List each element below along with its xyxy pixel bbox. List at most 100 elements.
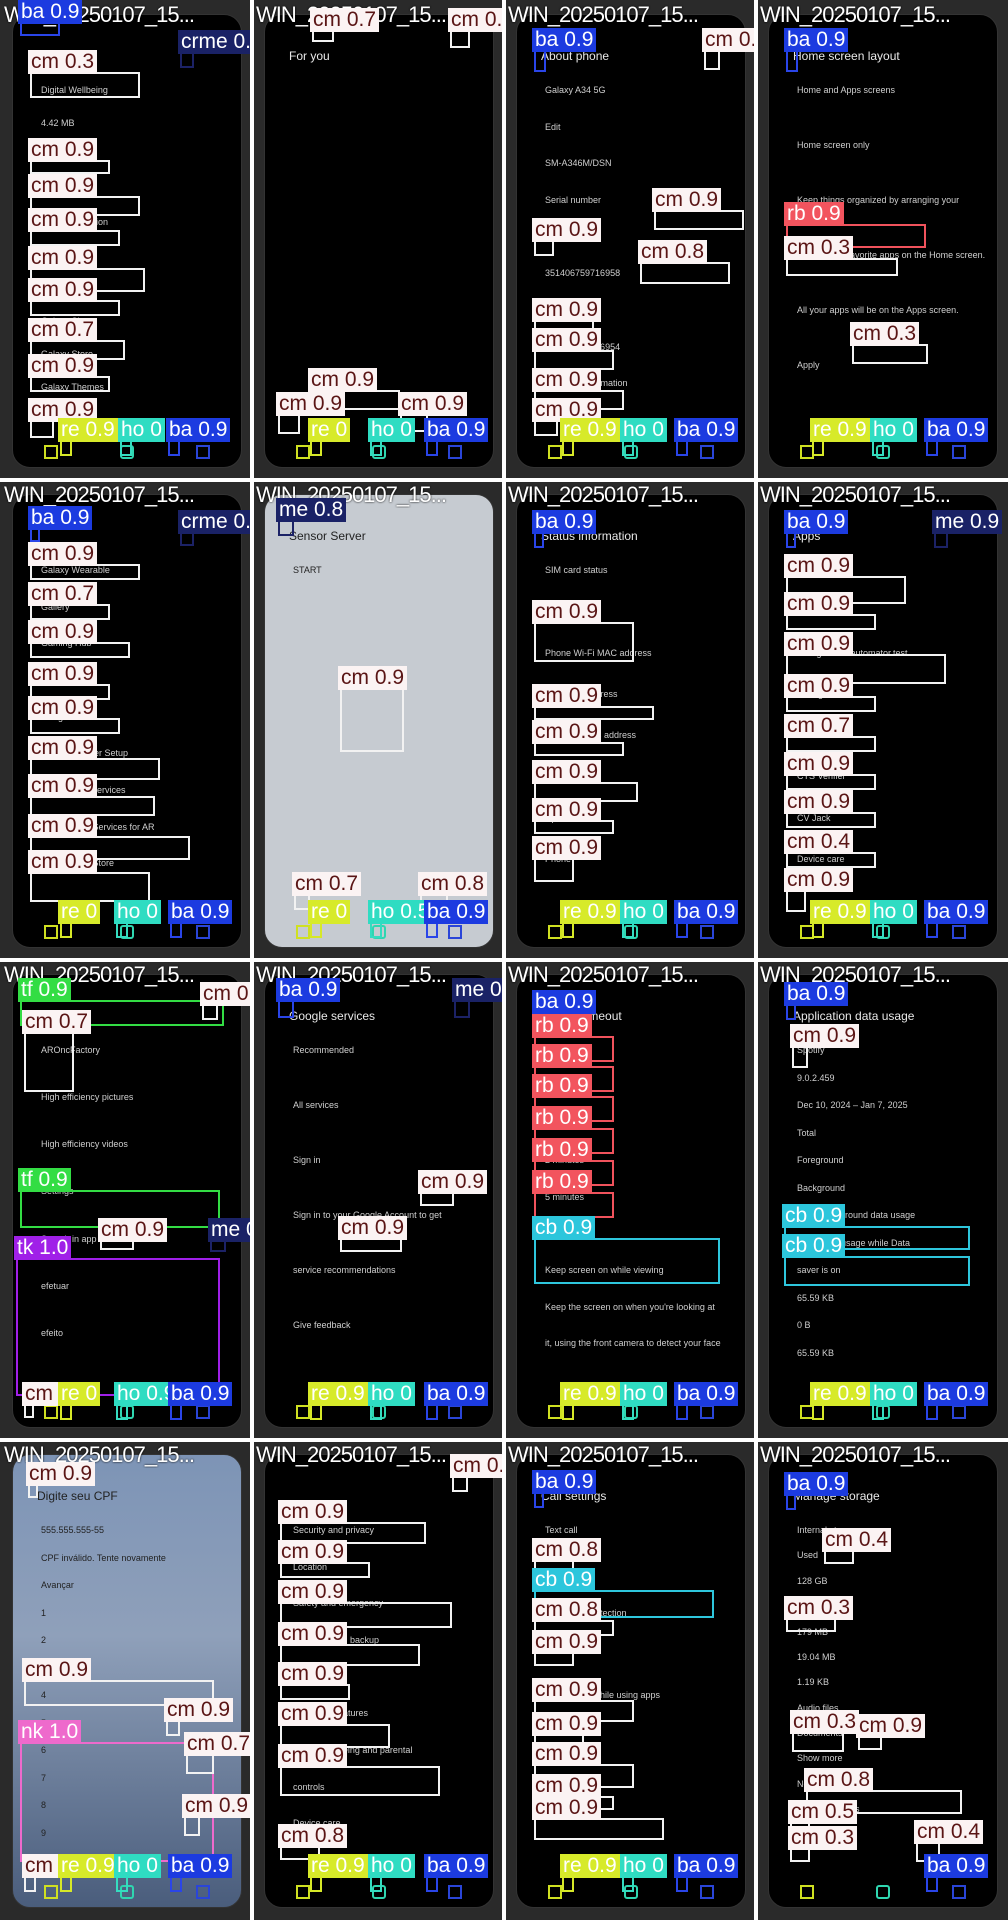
screen-text[interactable]: Up time <box>545 813 576 823</box>
recents-button[interactable] <box>800 1885 814 1899</box>
screen-text[interactable]: widgets and favorite apps on the Home sc… <box>797 250 985 260</box>
home-button[interactable] <box>120 1885 134 1899</box>
screen-text[interactable]: Text call <box>545 1525 578 1535</box>
screen-text[interactable]: Facebook <box>41 250 81 260</box>
screen-text[interactable]: 351630949716954 <box>545 342 620 352</box>
home-button[interactable] <box>876 445 890 459</box>
screen-text[interactable]: Device care <box>293 1818 341 1828</box>
back-button[interactable] <box>952 445 966 459</box>
home-button[interactable] <box>624 1885 638 1899</box>
screen-text[interactable]: 10 minutes <box>545 1228 589 1238</box>
home-button[interactable] <box>372 445 386 459</box>
screen-text[interactable]: Galaxy Themes <box>41 382 104 392</box>
screen-text[interactable]: 0 B <box>797 1320 811 1330</box>
screen-text[interactable]: Foreground <box>797 1155 844 1165</box>
recents-button[interactable] <box>296 445 310 459</box>
screen-text[interactable]: Not now <box>797 1779 830 1789</box>
screen-text[interactable]: Location <box>293 1562 327 1572</box>
screen-text[interactable]: Digital Wellbeing and parental <box>293 1745 412 1755</box>
screen-text[interactable]: 15 seconds <box>545 1045 591 1055</box>
screen-text[interactable]: IMEI (slot 2) <box>545 305 594 315</box>
screen-text[interactable]: controls <box>293 1782 325 1792</box>
back-button[interactable] <box>196 1885 210 1899</box>
recents-button[interactable] <box>296 1405 310 1419</box>
screen-text[interactable]: Unused apps <box>797 1830 850 1840</box>
screen-text[interactable]: Contacts <box>797 730 833 740</box>
screen-text[interactable]: AROncFactory <box>41 1045 100 1055</box>
back-button[interactable] <box>448 925 462 939</box>
screen-text[interactable]: SM-A346M/DSN <box>545 158 612 168</box>
screen-text[interactable]: Files <box>41 283 60 293</box>
screen-text[interactable]: 1 minute <box>545 1118 580 1128</box>
screen-text[interactable]: Google Play Services for AR <box>41 822 155 832</box>
screen-text[interactable]: Advanced features <box>293 1708 368 1718</box>
screen-text[interactable]: Security and privacy <box>293 1525 374 1535</box>
screen-text[interactable]: 9 <box>41 1828 46 1838</box>
screen-text[interactable]: High efficiency pictures <box>41 1092 133 1102</box>
screen-text[interactable]: com.github.uiautomator.test <box>797 648 908 658</box>
screen-text[interactable]: Home and Apps screens <box>797 85 895 95</box>
screen-text[interactable]: Serial number <box>545 195 601 205</box>
screen-text[interactable]: Edit <box>545 122 561 132</box>
screen-text[interactable]: 4 <box>41 1690 46 1700</box>
screen-text[interactable]: Apply <box>797 360 820 370</box>
home-button[interactable] <box>624 445 638 459</box>
screen-text[interactable]: Sign in <box>293 1155 321 1165</box>
screen-text[interactable]: Documents <box>797 1728 843 1738</box>
screen-text[interactable]: 2 minutes <box>545 1155 584 1165</box>
recents-button[interactable] <box>44 445 58 459</box>
back-button[interactable] <box>952 1405 966 1419</box>
back-button[interactable] <box>700 925 714 939</box>
screen-text[interactable]: 242 MB <box>797 1601 828 1611</box>
back-button[interactable] <box>448 445 462 459</box>
screen-text[interactable]: Google Play services <box>41 785 126 795</box>
back-button[interactable] <box>196 445 210 459</box>
screen-text[interactable]: 128 GB <box>797 1576 828 1586</box>
back-button[interactable] <box>700 445 714 459</box>
recents-button[interactable] <box>800 925 814 939</box>
screen-text[interactable]: Spam call protection <box>545 1608 627 1618</box>
screen-text[interactable]: it, using the front camera to detect you… <box>545 1338 721 1348</box>
screen-text[interactable]: Google Partner Setup <box>41 748 128 758</box>
screen-text[interactable]: 555.555.555-55 <box>41 1525 104 1535</box>
screen-text[interactable]: Google <box>293 1672 322 1682</box>
screen-text[interactable]: All your apps will be on the Apps screen… <box>797 305 959 315</box>
home-button[interactable] <box>876 1405 890 1419</box>
screen-text[interactable]: ConfigAPK <box>797 689 841 699</box>
back-button[interactable] <box>448 1405 462 1419</box>
home-button[interactable] <box>876 925 890 939</box>
screen-text[interactable]: High efficiency videos <box>41 1139 128 1149</box>
screen-text[interactable]: Allow background data usage <box>797 1210 915 1220</box>
screen-text[interactable]: Device care <box>797 854 845 864</box>
back-button[interactable] <box>196 1405 210 1419</box>
screen-text[interactable]: Google <box>41 712 70 722</box>
screen-text[interactable]: Dec 10, 2024 – Jan 7, 2025 <box>797 1100 908 1110</box>
screen-text[interactable]: Allow data usage while Data <box>797 1238 910 1248</box>
back-button[interactable] <box>952 1885 966 1899</box>
screen-text[interactable]: IP address <box>545 606 588 616</box>
screen-text[interactable]: Drive <box>41 184 62 194</box>
screen-text[interactable]: saver is on <box>797 1265 841 1275</box>
home-button[interactable] <box>372 1405 386 1419</box>
screen-text[interactable]: Ethernet MAC address <box>545 730 636 740</box>
screen-text[interactable]: 5 minutes <box>545 1192 584 1202</box>
back-button[interactable] <box>448 1885 462 1899</box>
screen-text[interactable]: Gaming Hub <box>41 638 92 648</box>
recents-button[interactable] <box>296 1885 310 1899</box>
screen-text[interactable]: CPF inválido. Tente novamente <box>41 1553 166 1563</box>
screen-text[interactable]: Safety and emergency <box>293 1598 383 1608</box>
screen-text[interactable]: Serial number <box>545 771 601 781</box>
screen-text[interactable]: Background <box>797 1183 845 1193</box>
screen-text[interactable]: Galaxy A34 5G <box>545 85 606 95</box>
screen-text[interactable]: Give feedback <box>293 1320 351 1330</box>
screen-text[interactable]: Accounts and backup <box>293 1635 379 1645</box>
home-button[interactable] <box>372 1885 386 1899</box>
screen-text[interactable]: 30 seconds <box>545 1082 591 1092</box>
screen-text[interactable]: Digital Wellbeing <box>41 85 108 95</box>
screen-text[interactable]: Chrome <box>797 565 829 575</box>
home-button[interactable] <box>120 445 134 459</box>
screen-text[interactable]: 9.0.2.459 <box>797 1073 835 1083</box>
recents-button[interactable] <box>548 1885 562 1899</box>
screen-text[interactable]: 6 <box>41 1745 46 1755</box>
screen-text[interactable]: efetuar <box>41 1281 69 1291</box>
